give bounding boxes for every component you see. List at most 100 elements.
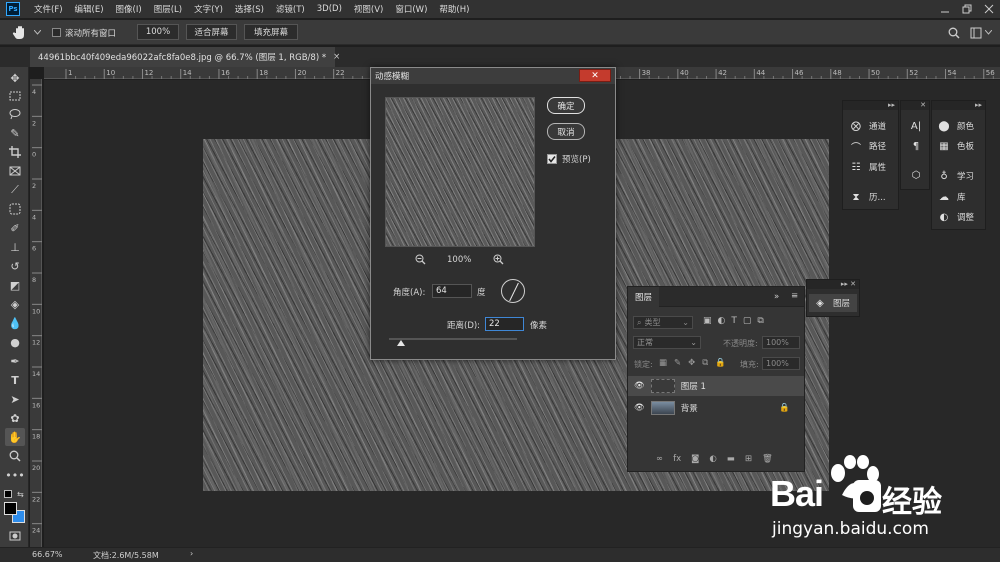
layer-name[interactable]: 背景 [681,402,698,414]
filter-adjust-icon[interactable]: ◐ [718,316,726,326]
workspace-chevron-icon[interactable] [985,30,992,35]
panel-paths[interactable]: ⌒ 路径 [849,140,886,154]
new-layer-icon[interactable]: ⊞ [745,454,752,464]
layers-tab[interactable]: 图层 [628,287,660,307]
filter-smart-icon[interactable]: ⧉ [757,316,763,326]
minimize-button[interactable] [934,0,956,18]
restore-button[interactable] [956,0,978,18]
panel-close-handle[interactable]: ✕ [901,101,929,110]
scroll-all-checkbox[interactable] [52,28,61,37]
blend-mode-select[interactable]: 正常 ⌄ [633,336,701,349]
menu-select[interactable]: 选择(S) [229,3,270,15]
stamp-tool[interactable]: ⊥ [5,238,25,256]
menu-image[interactable]: 图像(I) [110,3,148,15]
close-window-button[interactable] [978,0,1000,18]
status-menu-arrow[interactable]: › [190,549,193,558]
new-adjustment-icon[interactable]: ◐ [709,454,716,464]
eye-icon[interactable]: 👁 [634,381,645,391]
panel-paragraph[interactable]: ¶ [909,140,929,152]
ok-button[interactable]: 确定 [547,97,585,114]
distance-slider-thumb[interactable] [396,340,405,346]
menu-file[interactable]: 文件(F) [28,3,69,15]
angle-dial[interactable] [501,279,525,303]
type-tool[interactable]: T [5,371,25,389]
cancel-button[interactable]: 取消 [547,123,585,140]
panel-learn[interactable]: ♁ 学习 [937,170,974,183]
custom-shape-tool[interactable]: ✿ [5,409,25,427]
eye-icon[interactable]: 👁 [634,403,645,413]
panel-properties[interactable]: ☷ 属性 [849,161,887,174]
panel-color[interactable]: ⬤ 颜色 [937,120,974,133]
fx-icon[interactable]: fx [673,454,681,464]
opacity-input[interactable]: 100% [762,336,800,349]
add-mask-icon[interactable]: ◙ [691,454,699,464]
status-zoom[interactable]: 66.67% [32,550,63,559]
quick-select-tool[interactable]: ✎ [5,124,25,142]
close-tab-icon[interactable]: × [333,52,340,62]
menu-edit[interactable]: 编辑(E) [69,3,110,15]
layers-kind-filter[interactable]: ⌕ 类型 ⌄ [633,316,693,329]
dialog-close-button[interactable]: ✕ [579,69,611,82]
hand-tool-icon[interactable] [12,24,30,40]
menu-layer[interactable]: 图层(L) [148,3,188,15]
menu-view[interactable]: 视图(V) [348,3,389,15]
zoom-100-button[interactable]: 100% [137,24,179,40]
move-tool[interactable]: ✥ [5,69,25,87]
paint-bucket-tool[interactable]: ◈ [5,295,25,313]
more-tools[interactable]: ••• [5,466,25,484]
lasso-tool[interactable] [5,105,25,123]
eyedropper-tool[interactable]: ⟋ [5,181,25,199]
default-colors-icon[interactable] [4,490,12,498]
distance-slider-track[interactable] [389,338,517,340]
path-select-tool[interactable]: ➤ [5,390,25,408]
menu-type[interactable]: 文字(Y) [188,3,229,15]
marquee-tool[interactable] [5,87,25,105]
frame-tool[interactable] [5,162,25,180]
layer-name[interactable]: 图层 1 [681,380,706,392]
distance-input[interactable]: 22 [485,317,524,331]
angle-input[interactable]: 64 [432,284,472,298]
link-layers-icon[interactable]: ∞ [656,454,663,464]
workspace-icon[interactable] [970,27,982,39]
filter-type-icon[interactable]: T [731,316,737,326]
lock-brush-icon[interactable]: ✎ [674,358,681,368]
eraser-tool[interactable]: ◩ [5,276,25,294]
layers-menu-icon[interactable]: ≡ [791,291,798,301]
panel-collapse-handle-2[interactable]: ▸▸ [932,101,985,110]
document-tab[interactable]: 44961bbc40f409eda96022afc8fa0e8.jpg @ 66… [30,47,340,67]
quick-mask-tool[interactable] [5,527,25,545]
lock-pixels-icon[interactable]: ▦ [659,358,667,368]
panel-swatches[interactable]: ▦ 色板 [937,140,974,153]
menu-filter[interactable]: 滤镜(T) [270,3,311,15]
new-group-icon[interactable]: ▬ [727,454,735,464]
history-brush-tool[interactable]: ↺ [5,257,25,275]
menu-3d[interactable]: 3D(D) [311,4,348,14]
filter-shape-icon[interactable]: ▢ [743,316,752,326]
lock-artboard-icon[interactable]: ⧉ [702,358,708,368]
fill-screen-button[interactable]: 填充屏幕 [244,24,298,40]
panel-3d[interactable]: ⬡ [909,169,929,181]
menu-help[interactable]: 帮助(H) [433,3,475,15]
dialog-preview[interactable] [385,97,535,247]
preview-checkbox[interactable] [547,154,557,164]
layer-row[interactable]: 👁 背景 🔒 [628,398,804,418]
panel-collapse-handle[interactable]: ▸▸ [843,101,898,110]
search-icon[interactable] [948,27,960,39]
panel-libraries[interactable]: ☁ 库 [937,191,966,204]
zoom-tool[interactable] [5,447,25,465]
healing-tool[interactable] [5,200,25,218]
panel-character[interactable]: A| [909,120,929,132]
layer-row[interactable]: 👁 图层 1 [628,376,804,396]
brush-tool[interactable]: ✐ [5,219,25,237]
zoom-in-icon[interactable] [493,254,504,265]
swap-colors-icon[interactable]: ⇆ [17,490,24,499]
chevron-down-icon[interactable] [34,30,41,35]
crop-tool[interactable] [5,143,25,161]
zoom-out-icon[interactable] [415,254,426,265]
layers-expand-icon[interactable]: » [774,292,779,302]
panel-adjustments[interactable]: ◐ 调整 [937,211,974,224]
fit-screen-button[interactable]: 适合屏幕 [186,24,237,40]
menu-window[interactable]: 窗口(W) [389,3,433,15]
blur-tool[interactable]: 💧 [5,314,25,332]
lock-all-icon[interactable]: 🔒 [715,358,726,368]
